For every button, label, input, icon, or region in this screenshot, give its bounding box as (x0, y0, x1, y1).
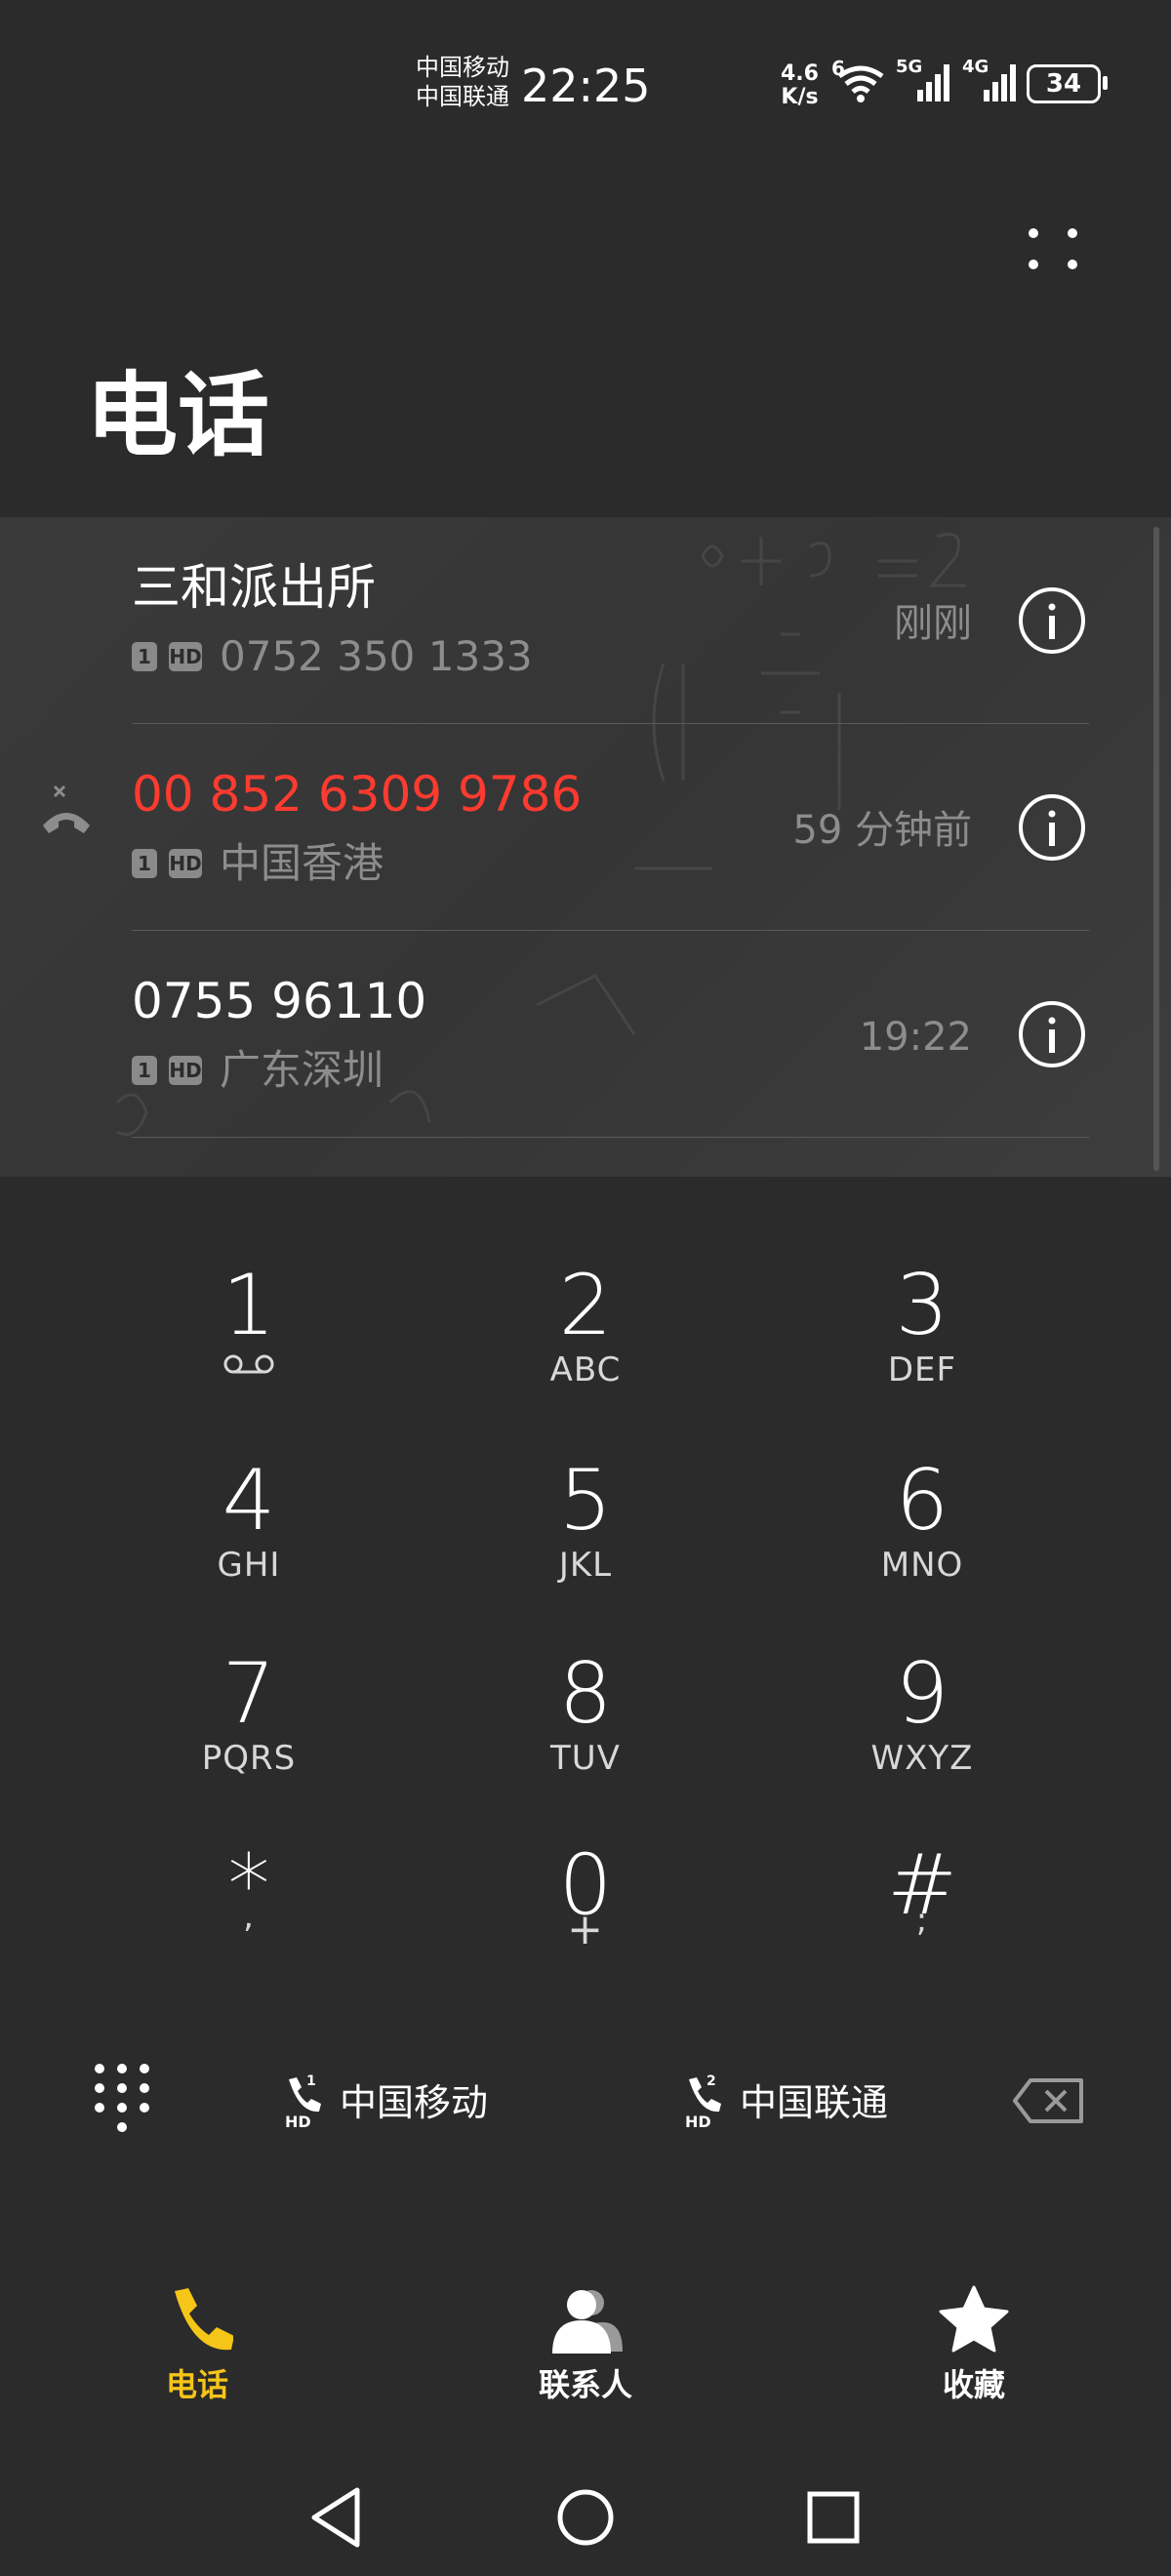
recents-icon[interactable] (794, 2478, 872, 2556)
dial-key-4[interactable]: 4 GHI (132, 1454, 366, 1630)
dialpad: 1 2 ABC 3 DEF 4 GHI 5 JKL 6 MNO 7 PQRS 8… (0, 1259, 1171, 2000)
dial-letters: ABC (549, 1350, 622, 1389)
sim-badge: 1 (132, 1056, 157, 1085)
contacts-icon (552, 2290, 623, 2354)
dial-digit: 1 (222, 1257, 276, 1354)
dial-letters: ; (915, 1901, 929, 1940)
dial-letters: , (243, 1897, 255, 1936)
sim2-call-button[interactable]: 2 HD 中国联通 (683, 2069, 888, 2137)
call-time: 59 分钟前 (792, 808, 972, 853)
more-options-icon[interactable] (1015, 215, 1093, 283)
tab-phone[interactable]: 电话 (100, 2283, 295, 2420)
battery-icon: 34 (1027, 64, 1101, 103)
call-location: 0752 350 1333 (220, 632, 533, 680)
dial-digit: 3 (895, 1257, 949, 1354)
call-log-scrollbar[interactable] (1153, 527, 1159, 1171)
dial-digit: 7 (222, 1645, 276, 1743)
status-bar: 中国移动 中国联通 22:25 4.6 K/s 6 5G 4G 34 (0, 0, 1171, 166)
call-log-list: 三和派出所 1 HD 0752 350 1333 刚刚 00 852 6309 … (0, 517, 1171, 1177)
dial-key-hash[interactable]: # ; (805, 1838, 1039, 2014)
info-icon[interactable] (1017, 999, 1087, 1069)
dial-key-7[interactable]: 7 PQRS (132, 1647, 366, 1823)
call-contact-name: 00 852 6309 9786 (132, 766, 583, 823)
tab-favorites[interactable]: 收藏 (876, 2283, 1071, 2420)
dial-key-8[interactable]: 8 TUV (468, 1647, 703, 1823)
dialpad-toggle-icon[interactable] (88, 2059, 156, 2137)
page-title: 电话 (86, 363, 270, 469)
dial-letters: DEF (887, 1350, 957, 1389)
sim1-call-button[interactable]: 1 HD 中国移动 (283, 2069, 488, 2137)
sim1-signal-icon: 5G (896, 57, 952, 103)
phone-icon (175, 2288, 234, 2351)
call-time: 19:22 (859, 1015, 972, 1060)
hd-badge: HD (169, 849, 202, 878)
dial-letters: PQRS (201, 1739, 297, 1778)
signal-icons: 6 5G 4G (831, 57, 1019, 103)
dial-letters: MNO (880, 1546, 964, 1585)
dial-key-1[interactable]: 1 (132, 1259, 366, 1434)
network-speed-value: 4.6 (781, 61, 819, 86)
back-icon[interactable] (299, 2478, 377, 2556)
call-subinfo: 1 HD 中国香港 (132, 839, 384, 888)
dial-key-6[interactable]: 6 MNO (805, 1454, 1039, 1630)
dial-letters: + (567, 1905, 604, 1954)
voicemail-icon (223, 1354, 274, 1374)
dial-key-5[interactable]: 5 JKL (468, 1454, 703, 1630)
call-location: 广东深圳 (220, 1046, 384, 1094)
call-contact-name: 三和派出所 (132, 559, 376, 616)
backspace-icon[interactable] (1011, 2076, 1085, 2125)
dial-letters: JKL (558, 1546, 613, 1585)
info-icon[interactable] (1017, 792, 1087, 863)
call-log-row[interactable]: 0755 96110 1 HD 广东深圳 19:22 (0, 931, 1171, 1138)
wifi-icon: 6 (831, 57, 886, 103)
hd-phone-sim1-icon: 1 HD (283, 2073, 322, 2132)
dial-key-2[interactable]: 2 ABC (468, 1259, 703, 1434)
dial-digit: 5 (558, 1452, 613, 1550)
sim-badge: 1 (132, 642, 157, 671)
tab-phone-label: 电话 (165, 2366, 228, 2403)
sim2-signal-icon: 4G (962, 57, 1019, 103)
call-subinfo: 1 HD 广东深圳 (132, 1046, 384, 1095)
sim2-call-label: 中国联通 (740, 2081, 889, 2124)
call-contact-name: 0755 96110 (132, 973, 427, 1029)
network-speed: 4.6 K/s (781, 62, 819, 109)
dial-key-9[interactable]: 9 WXYZ (805, 1647, 1039, 1823)
info-icon[interactable] (1017, 585, 1087, 656)
battery-tip (1103, 76, 1108, 90)
dial-digit: 4 (222, 1452, 276, 1550)
hd-badge: HD (169, 1056, 202, 1085)
hd-badge: HD (169, 642, 202, 671)
carrier-2-label: 中国联通 (416, 83, 509, 110)
call-log-row[interactable]: 三和派出所 1 HD 0752 350 1333 刚刚 (0, 517, 1171, 724)
row-divider (132, 1137, 1089, 1138)
missed-call-icon (43, 785, 90, 833)
dial-digit: 2 (558, 1257, 613, 1354)
status-clock: 22:25 (521, 60, 651, 112)
hd-phone-sim2-icon: 2 HD (683, 2073, 722, 2132)
network-speed-unit: K/s (781, 85, 819, 109)
dial-key-star[interactable]: * , (132, 1838, 366, 2014)
dial-key-3[interactable]: 3 DEF (805, 1259, 1039, 1434)
dial-digit: 6 (895, 1452, 949, 1550)
call-location: 中国香港 (220, 839, 384, 887)
tab-contacts-label: 联系人 (538, 2366, 632, 2403)
sim1-call-label: 中国移动 (340, 2081, 489, 2124)
home-icon[interactable] (546, 2478, 625, 2556)
dial-digit: 8 (558, 1645, 613, 1743)
carrier-labels: 中国移动 中国联通 (416, 53, 509, 111)
star-icon (939, 2285, 1009, 2353)
dial-key-0[interactable]: 0 + (468, 1838, 703, 2014)
dial-letters: WXYZ (870, 1739, 974, 1778)
tab-contacts[interactable]: 联系人 (488, 2283, 683, 2420)
carrier-1-label: 中国移动 (416, 54, 509, 81)
call-time: 刚刚 (894, 601, 972, 646)
call-log-row[interactable]: 00 852 6309 9786 1 HD 中国香港 59 分钟前 (0, 724, 1171, 931)
dial-letters: TUV (550, 1739, 621, 1778)
dial-digit: 9 (895, 1645, 949, 1743)
sim-badge: 1 (132, 849, 157, 878)
call-subinfo: 1 HD 0752 350 1333 (132, 632, 533, 681)
dial-letters: GHI (217, 1546, 281, 1585)
tab-favorites-label: 收藏 (942, 2366, 1005, 2403)
